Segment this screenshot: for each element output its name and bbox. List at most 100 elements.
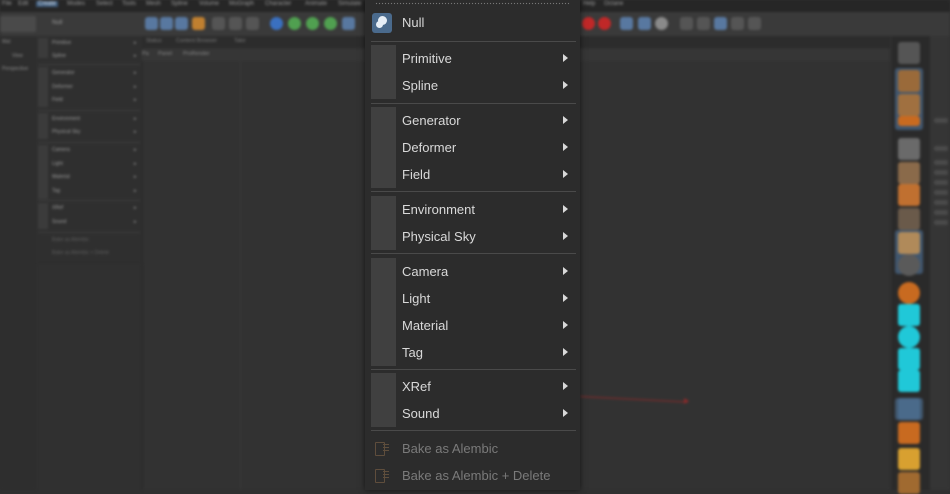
tool-icon[interactable] — [898, 304, 920, 326]
attribute-panel — [930, 36, 950, 490]
tool-icon[interactable] — [324, 17, 337, 30]
menu-item-material[interactable]: Material — [365, 312, 580, 339]
menu-tools[interactable]: Tools — [122, 1, 136, 7]
tool-icon[interactable] — [898, 422, 920, 444]
tool-icon[interactable] — [160, 17, 173, 30]
mini-menu-item: Spline — [52, 53, 66, 59]
tool-icon[interactable] — [697, 17, 710, 30]
tool-icon[interactable] — [638, 17, 651, 30]
submenu-arrow-icon — [563, 409, 568, 417]
tool-icon[interactable] — [270, 17, 283, 30]
menu-create[interactable]: Create — [36, 1, 59, 7]
tool-icon[interactable] — [288, 17, 301, 30]
tool-icon[interactable] — [620, 17, 633, 30]
tool-icon[interactable] — [898, 162, 920, 184]
menu-octane[interactable]: Octane — [604, 1, 623, 7]
mini-menu-item: Field — [52, 97, 63, 103]
menu-item-xref[interactable]: XRef — [365, 373, 580, 400]
menu-item-label: Camera — [402, 264, 449, 279]
tool-icon[interactable] — [246, 17, 259, 30]
tool-icon[interactable] — [898, 370, 920, 392]
tool-icon[interactable] — [898, 208, 920, 230]
menu-item-light[interactable]: Light — [365, 285, 580, 312]
record-icon[interactable] — [598, 17, 611, 30]
menu-item-generator[interactable]: Generator — [365, 107, 580, 134]
tool-icon[interactable] — [714, 17, 727, 30]
tool-icon[interactable] — [898, 472, 920, 494]
menu-item-physical-sky[interactable]: Physical Sky — [365, 223, 580, 250]
cube-icon[interactable] — [898, 70, 920, 92]
menu-item-primitive[interactable]: Primitive — [365, 45, 580, 72]
tool-icon[interactable] — [655, 17, 668, 30]
menu-item-deformer[interactable]: Deformer — [365, 134, 580, 161]
tab-take[interactable]: Take — [234, 38, 246, 44]
menu-item-field[interactable]: Field — [365, 161, 580, 188]
menu-modes[interactable]: Modes — [67, 1, 85, 7]
tool-icon[interactable] — [212, 17, 225, 30]
tool-icon[interactable] — [898, 138, 920, 160]
submenu-arrow-icon — [563, 54, 568, 62]
menu-item-spline[interactable]: Spline — [365, 72, 580, 99]
menu-select[interactable]: Select — [96, 1, 113, 7]
submenu-arrow-icon — [563, 232, 568, 240]
plane-icon[interactable] — [898, 116, 920, 126]
mini-menu-item: Bake as Alembic — [52, 237, 89, 243]
menu-separator — [371, 369, 576, 370]
tool-icon[interactable] — [192, 17, 205, 30]
menu-item-null[interactable]: Null — [365, 9, 580, 36]
menu-item-bake-alembic-delete[interactable]: Bake as Alembic + Delete — [365, 462, 580, 489]
menu-file[interactable]: File — [2, 1, 12, 7]
tool-icon[interactable] — [342, 17, 355, 30]
tab-status[interactable]: Status — [146, 38, 162, 44]
tab-content-browser[interactable]: Content Browser — [176, 38, 217, 44]
menu-character[interactable]: Character — [265, 1, 291, 7]
menu-item-environment[interactable]: Environment — [365, 196, 580, 223]
menu-mesh[interactable]: Mesh — [146, 1, 161, 7]
menu-separator — [371, 253, 576, 254]
menu-item-tag[interactable]: Tag — [365, 339, 580, 366]
menu-simulate[interactable]: Simulate — [338, 1, 361, 7]
menu-item-label: XRef — [402, 379, 431, 394]
menu-spline[interactable]: Spline — [171, 1, 188, 7]
tool-icon[interactable] — [898, 232, 920, 254]
tool-icon[interactable] — [898, 282, 920, 304]
tool-icon[interactable] — [898, 348, 920, 370]
tool-icon[interactable] — [898, 326, 920, 348]
tear-off-handle[interactable] — [375, 2, 570, 5]
tool-icon[interactable] — [898, 448, 920, 470]
menu-help[interactable]: Help — [583, 1, 595, 7]
tool-icon[interactable] — [748, 17, 761, 30]
toolbar-field[interactable] — [0, 16, 36, 32]
menu-edit[interactable]: Edit — [18, 1, 28, 7]
tool-icon[interactable] — [898, 398, 920, 420]
submenu-arrow-icon — [563, 348, 568, 356]
mini-menu-item: Primitive — [52, 40, 72, 46]
menu-volume[interactable]: Volume — [199, 1, 219, 7]
submenu-arrow-icon — [563, 267, 568, 275]
tool-icon[interactable] — [229, 17, 242, 30]
menu-item-bake-alembic[interactable]: Bake as Alembic — [365, 435, 580, 462]
menu-item-sound[interactable]: Sound — [365, 400, 580, 427]
tool-icon[interactable] — [731, 17, 744, 30]
tool-icon[interactable] — [680, 17, 693, 30]
menu-item-camera[interactable]: Camera — [365, 258, 580, 285]
left-panel-view[interactable]: View — [12, 53, 23, 59]
viewport-menu-panel[interactable]: Panel — [158, 51, 172, 57]
tool-icon[interactable] — [898, 184, 920, 206]
tool-icon[interactable] — [898, 254, 920, 276]
menu-animate[interactable]: Animate — [305, 1, 327, 7]
palette-icon[interactable] — [898, 42, 920, 64]
viewport-menu-pa[interactable]: Pa — [142, 51, 149, 57]
tool-icon[interactable] — [175, 17, 188, 30]
menu-item-label: Spline — [402, 78, 439, 93]
mini-menu-item: Generator — [52, 70, 75, 76]
menu-mograph[interactable]: MoGraph — [229, 1, 254, 7]
sphere-icon[interactable] — [898, 94, 920, 116]
mini-menu-item: Deformer — [52, 84, 73, 90]
tool-icon[interactable] — [145, 17, 158, 30]
viewport-menu-prorender[interactable]: ProRender — [183, 51, 210, 57]
menu-item-label: Material — [402, 318, 449, 333]
record-icon[interactable] — [582, 17, 595, 30]
tool-icon[interactable] — [306, 17, 319, 30]
left-panel-tab[interactable]: Mat — [2, 39, 10, 45]
